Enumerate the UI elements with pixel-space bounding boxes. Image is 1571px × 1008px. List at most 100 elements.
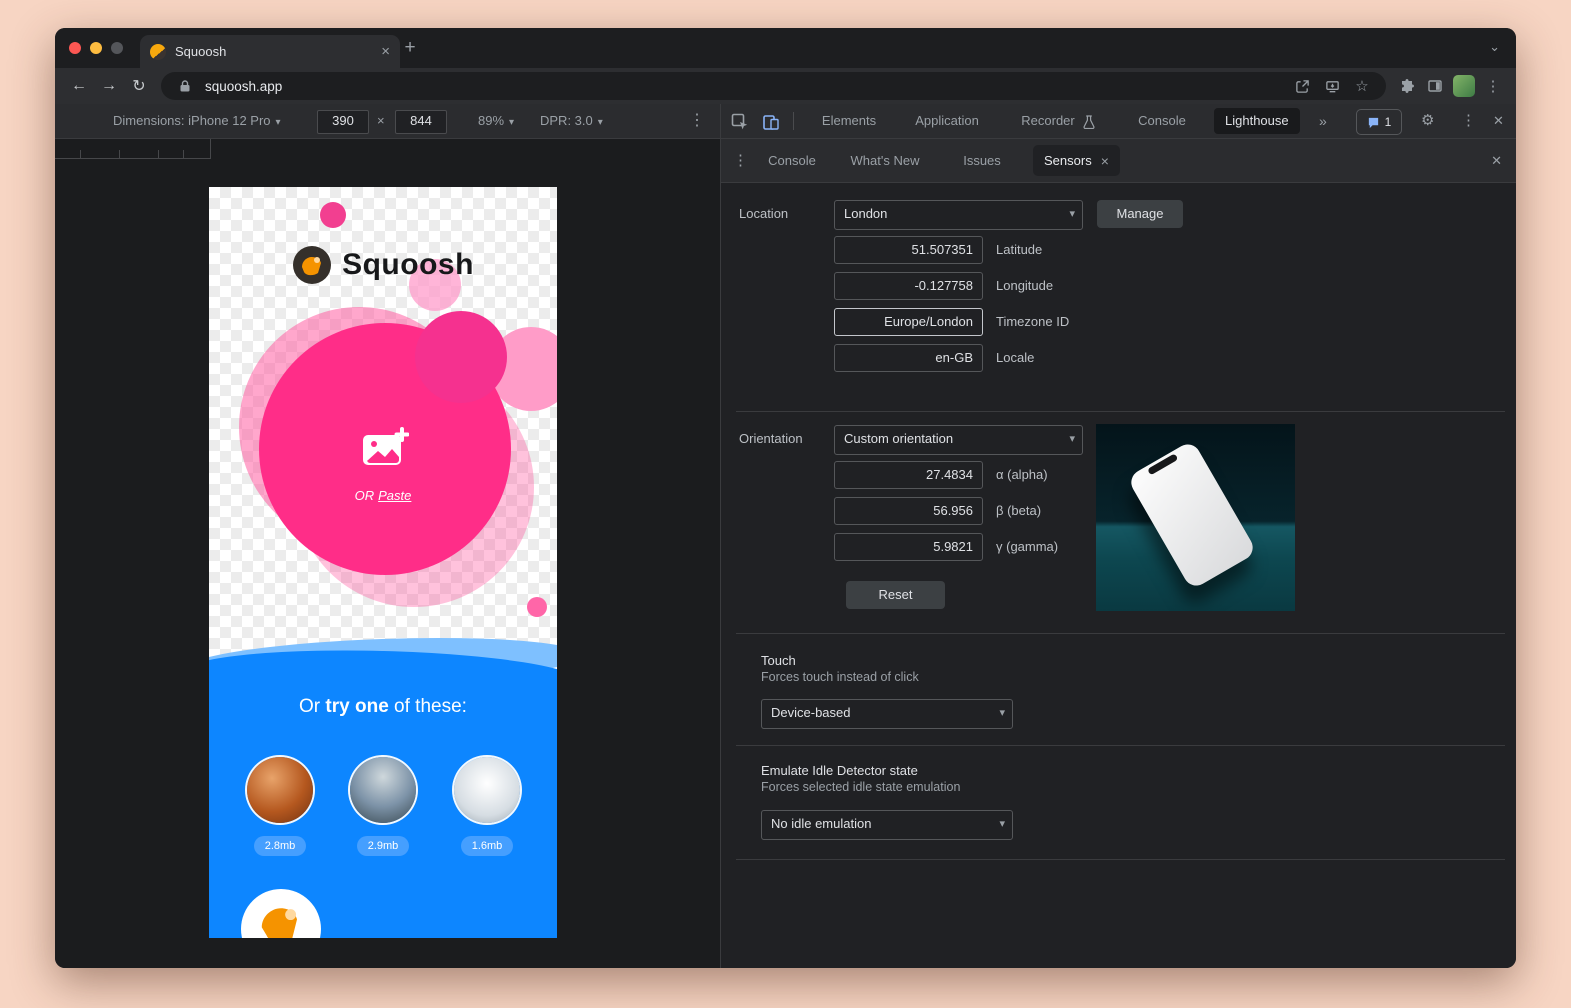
idle-select-value: No idle emulation [771,811,871,837]
drawer-close-icon[interactable]: ✕ [1491,139,1502,182]
sample-size-badge: 2.8mb [254,836,306,856]
device-toolbar-menu-kebab-icon[interactable]: ⋮ [689,104,705,137]
settings-gear-icon[interactable]: ⚙ [1421,104,1434,138]
emulated-viewport: Squoosh ORPaste [209,187,557,938]
bookmark-star-icon[interactable]: ☆ [1352,76,1372,96]
squoosh-favicon-icon [150,44,166,60]
gamma-label: γ (gamma) [996,533,1058,561]
location-label: Location [739,200,788,228]
open-in-new-icon[interactable] [1292,76,1312,96]
alpha-input[interactable]: 27.4834 [834,461,983,489]
sample-image-phone-screenshot[interactable] [454,757,520,823]
reload-button[interactable]: ↻ [125,72,153,100]
devtools-pane: Elements Application Recorder Console Li… [720,104,1516,968]
section-divider [736,745,1505,746]
sample-size-badge: 1.6mb [461,836,513,856]
tab-application[interactable]: Application [915,104,979,138]
devtools-menu-kebab-icon[interactable]: ⋮ [1461,104,1476,138]
lock-icon [175,76,195,96]
address-bar: ← → ↻ squoosh.app ☆ ⋮ [55,68,1516,104]
locale-input[interactable]: en-GB [834,344,983,372]
drawer-tab-whats-new[interactable]: What's New [851,139,920,182]
device-emulation-pane: Dimensions: iPhone 12 Pro▾ 390 × 844 89%… [55,104,720,968]
tab-search-chevron-icon[interactable]: ⌄ [1489,39,1500,55]
orientation-phone-preview[interactable] [1096,424,1295,611]
longitude-input[interactable]: -0.127758 [834,272,983,300]
orientation-select[interactable]: Custom orientation ▾ [834,425,1083,455]
drawer-tab-console[interactable]: Console [768,139,816,182]
browser-menu-kebab-icon[interactable]: ⋮ [1480,73,1506,99]
drawer-menu-kebab-icon[interactable]: ⋮ [733,139,748,182]
gamma-input[interactable]: 5.9821 [834,533,983,561]
tab-console[interactable]: Console [1138,104,1186,138]
phone-3d-model [1127,440,1258,591]
caret-down-icon: ▾ [276,117,281,128]
sensors-tab-close-icon[interactable]: × [1101,153,1109,169]
touch-subtitle: Forces touch instead of click [761,670,919,684]
squoosh-logo-icon [292,245,332,285]
latitude-input[interactable]: 51.507351 [834,236,983,264]
issues-count-badge[interactable]: 1 [1356,109,1402,135]
tab-close-icon[interactable]: × [381,44,390,59]
squoosh-hand-icon [249,889,313,938]
devtools-close-icon[interactable]: ✕ [1493,104,1504,138]
phone-notch [1147,453,1178,475]
pink-dot-decoration [320,202,346,228]
zoom-dropdown[interactable]: 89%▾ [478,104,514,139]
profile-avatar[interactable] [1453,75,1475,97]
reset-button[interactable]: Reset [846,581,945,609]
idle-emulation-select[interactable]: No idle emulation ▾ [761,810,1013,840]
install-app-icon[interactable] [1322,76,1342,96]
timezone-input[interactable]: Europe/London [834,308,983,336]
caret-down-icon: ▾ [1069,426,1075,452]
touch-select-value: Device-based [771,700,851,726]
fullscreen-window-button[interactable] [111,42,123,54]
caret-down-icon: ▾ [999,700,1005,726]
minimize-window-button[interactable] [90,42,102,54]
squoosh-bottom-logo [241,889,321,938]
alpha-label: α (alpha) [996,461,1048,489]
sample-image-person-dog[interactable] [350,757,416,823]
beta-input[interactable]: 56.956 [834,497,983,525]
omnibox[interactable]: squoosh.app ☆ [161,72,1386,100]
tab-lighthouse[interactable]: Lighthouse [1214,108,1300,134]
latitude-label: Latitude [996,236,1042,264]
device-dimensions-dropdown[interactable]: Dimensions: iPhone 12 Pro▾ [113,104,281,139]
dpr-dropdown[interactable]: DPR: 3.0▾ [540,104,603,139]
tab-elements[interactable]: Elements [822,104,876,138]
device-toolbar-toggle-icon[interactable] [762,104,780,138]
location-select[interactable]: London ▾ [834,200,1083,230]
back-button[interactable]: ← [65,72,93,100]
add-image-button[interactable] [361,427,409,472]
tab-strip: Squoosh × + ⌄ [55,28,1516,68]
new-tab-button[interactable]: + [399,37,421,59]
try-one-heading: Or try one of these: [209,696,557,718]
extensions-puzzle-icon[interactable] [1394,73,1420,99]
side-panel-icon[interactable] [1422,73,1448,99]
caret-down-icon: ▾ [598,117,603,128]
tab-recorder[interactable]: Recorder [1021,104,1074,138]
section-divider [736,411,1505,412]
section-divider [736,633,1505,634]
manage-button[interactable]: Manage [1097,200,1183,228]
more-tabs-overflow-icon[interactable]: » [1319,104,1327,138]
inspect-element-icon[interactable] [731,104,749,138]
close-window-button[interactable] [69,42,81,54]
device-width-input[interactable]: 390 [317,110,369,134]
browser-tab[interactable]: Squoosh × [140,35,400,68]
toolbar-divider [793,112,794,130]
add-image-icon [361,427,409,467]
forward-button[interactable]: → [95,72,123,100]
longitude-label: Longitude [996,272,1053,300]
touch-select[interactable]: Device-based ▾ [761,699,1013,729]
drawer-toolbar: ⋮ Console What's New Issues Sensors × ✕ [721,139,1516,183]
dimensions-times-label: × [377,104,385,137]
sensors-panel: Location London ▾ Manage 51.507351 Latit… [721,183,1516,968]
drawer-tab-issues[interactable]: Issues [963,139,1001,182]
content-area: Dimensions: iPhone 12 Pro▾ 390 × 844 89%… [55,104,1516,968]
drawer-tab-sensors[interactable]: Sensors × [1033,145,1120,176]
sample-image-red-panda[interactable] [247,757,313,823]
device-height-input[interactable]: 844 [395,110,447,134]
paste-link[interactable]: Paste [378,488,411,503]
experiment-flask-icon [1083,104,1095,138]
